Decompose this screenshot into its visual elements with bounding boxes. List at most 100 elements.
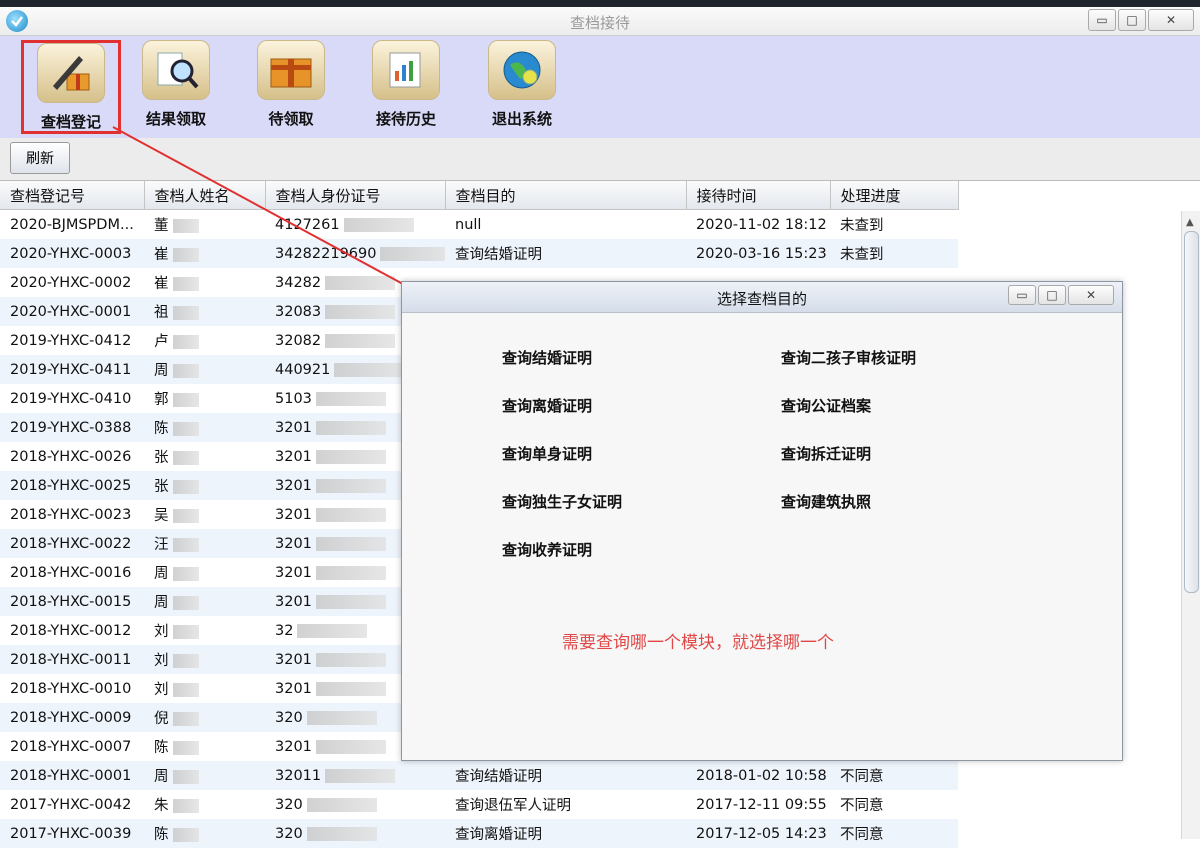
cell-id: 2018-YHXC-0023: [10, 506, 132, 523]
history-chart-icon: [372, 40, 440, 100]
option-demolition-certificate[interactable]: 查询拆迁证明: [781, 443, 871, 464]
tool-label: 接待历史: [375, 110, 436, 128]
column-header-status[interactable]: 处理进度: [830, 181, 959, 210]
dialog-minimize-button[interactable]: ▭: [1008, 285, 1036, 305]
cell-name: 陈: [144, 413, 265, 442]
refresh-button[interactable]: 刷新: [10, 142, 70, 174]
cell-name: 郭: [144, 384, 265, 413]
cell-id: 2018-YHXC-0001: [0, 761, 144, 790]
cell-name: 周: [144, 761, 265, 790]
privacy-mask: [315, 681, 386, 696]
option-building-license[interactable]: 查询建筑执照: [781, 491, 871, 512]
cell-id: 2018-YHXC-0009: [0, 703, 144, 732]
option-notary-archive[interactable]: 查询公证档案: [781, 395, 871, 416]
column-header-name[interactable]: 查档人姓名: [144, 181, 266, 210]
privacy-mask: [315, 565, 386, 580]
cell-name: 崔: [144, 239, 265, 268]
cell-id: 2017-YHXC-0039: [0, 819, 144, 848]
dialog-maximize-button[interactable]: □: [1038, 285, 1066, 305]
maximize-button[interactable]: □: [1118, 9, 1146, 31]
purpose-dialog: 选择查档目的 ▭ □ ✕ 查询结婚证明 查询离婚证明 查询单身证明 查询独生子女…: [401, 281, 1123, 761]
table-row[interactable]: 2020-YHXC-0003 崔 34282219690 查询结婚证明 2020-03-…: [0, 239, 958, 268]
cell-id: 2018-YHXC-0010: [10, 680, 132, 697]
column-header-time[interactable]: 接待时间: [686, 181, 831, 210]
table-row[interactable]: 2017-YHXC-0042 朱 320 查询退伍军人证明 2017-12-11 09:…: [0, 790, 958, 819]
privacy-mask: [172, 625, 199, 639]
cell-idcard: 320: [265, 790, 445, 819]
privacy-mask: [306, 710, 377, 725]
privacy-mask: [172, 277, 199, 291]
cell-id: 2018-YHXC-0012: [10, 622, 132, 639]
privacy-mask: [315, 652, 386, 667]
privacy-mask: [172, 306, 199, 320]
column-header-idcard[interactable]: 查档人身份证号: [265, 181, 446, 210]
option-second-child-review[interactable]: 查询二孩子审核证明: [781, 347, 916, 368]
cell-name: 祖: [144, 297, 265, 326]
cell-id: 2018-YHXC-0026: [10, 448, 132, 465]
cell-name: 刘: [144, 674, 265, 703]
cell-id: 2020-YHXC-0001: [0, 297, 144, 326]
privacy-mask: [172, 596, 199, 610]
dialog-title-bar: 选择查档目的 ▭ □ ✕: [402, 282, 1122, 313]
privacy-mask: [315, 594, 386, 609]
tool-exit-button[interactable]: 退出系统: [472, 40, 572, 134]
privacy-mask: [325, 768, 396, 783]
tool-register-button[interactable]: 查档登记: [21, 40, 121, 134]
refresh-bar: 刷新: [0, 138, 1200, 180]
privacy-mask: [172, 364, 199, 378]
cell-name: 刘: [144, 616, 265, 645]
tool-result-pickup-button[interactable]: 结果领取: [126, 40, 226, 134]
cell-purpose: 查询离婚证明: [445, 819, 686, 848]
column-header-id[interactable]: 查档登记号: [0, 181, 145, 210]
privacy-mask: [380, 246, 445, 261]
close-button[interactable]: ✕: [1148, 9, 1194, 31]
table-row[interactable]: 2018-YHXC-0001 周 32011 查询结婚证明 2018-01-02 10:…: [0, 761, 958, 790]
globe-exit-icon: [488, 40, 556, 100]
cell-name: 陈: [144, 819, 265, 848]
cell-time: 2018-01-02 10:58: [686, 761, 830, 790]
cell-id: 2018-YHXC-0025: [0, 471, 144, 500]
column-header-purpose[interactable]: 查档目的: [445, 181, 687, 210]
tool-history-button[interactable]: 接待历史: [356, 40, 456, 134]
table-row[interactable]: 2020-BJMSPDM... 董 4127261 null 2020-11-02 18…: [0, 210, 958, 240]
tool-label: 待领取: [268, 110, 314, 128]
vertical-scrollbar[interactable]: ▲: [1181, 211, 1200, 839]
cell-id: 2018-YHXC-0016: [10, 564, 132, 581]
scroll-thumb[interactable]: [1184, 231, 1199, 593]
cell-name: 陈: [144, 732, 265, 761]
privacy-mask: [315, 478, 386, 493]
option-single-certificate[interactable]: 查询单身证明: [502, 443, 592, 464]
cell-time: 2020-11-02 18:12: [696, 216, 827, 233]
table-row[interactable]: 2017-YHXC-0039 陈 320 查询离婚证明 2017-12-05 14:23…: [0, 819, 958, 848]
privacy-mask: [172, 799, 199, 813]
option-divorce-certificate[interactable]: 查询离婚证明: [502, 395, 592, 416]
minimize-button[interactable]: ▭: [1088, 9, 1116, 31]
cell-name: 朱: [144, 790, 265, 819]
cell-name: 董: [144, 210, 265, 240]
cell-name: 周: [144, 587, 265, 616]
scroll-up-icon[interactable]: ▲: [1186, 217, 1194, 228]
cell-time: 2017-12-05 14:23: [686, 819, 830, 848]
window-title: 查档接待: [569, 14, 630, 32]
privacy-mask: [172, 654, 199, 668]
privacy-mask: [172, 683, 199, 697]
privacy-mask: [297, 623, 368, 638]
cell-id: 2019-YHXC-0411: [0, 355, 144, 384]
privacy-mask: [325, 275, 396, 290]
cell-name: 卢: [144, 326, 265, 355]
cell-status: 未查到: [840, 218, 884, 234]
table-header-row: 查档登记号 查档人姓名 查档人身份证号 查档目的 接待时间 处理进度: [0, 181, 959, 210]
magnifier-document-icon: [142, 40, 210, 100]
tool-pending-button[interactable]: 待领取: [241, 40, 341, 134]
privacy-mask: [172, 480, 199, 494]
option-marriage-certificate[interactable]: 查询结婚证明: [502, 347, 592, 368]
dialog-close-button[interactable]: ✕: [1068, 285, 1114, 305]
cell-id: 2018-YHXC-0022: [0, 529, 144, 558]
cell-purpose: 查询结婚证明: [445, 761, 686, 790]
option-only-child-certificate[interactable]: 查询独生子女证明: [502, 491, 622, 512]
cell-id: 2020-YHXC-0003: [0, 239, 144, 268]
privacy-mask: [172, 219, 199, 233]
dialog-hint-text: 需要查询哪一个模块，就选择哪一个: [562, 633, 834, 653]
cell-id: 2019-YHXC-0410: [10, 390, 132, 407]
option-adoption-certificate[interactable]: 查询收养证明: [502, 539, 592, 560]
